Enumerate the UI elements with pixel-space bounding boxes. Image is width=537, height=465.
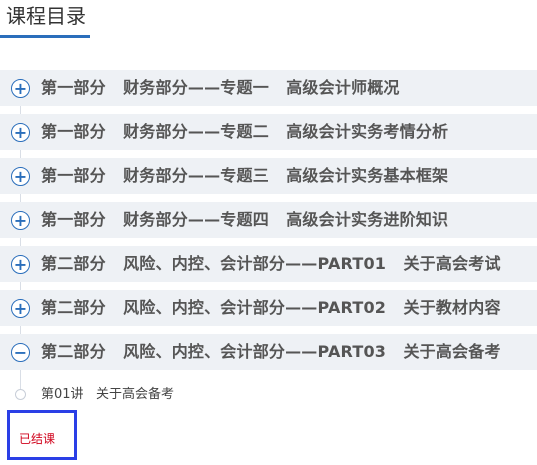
minus-circle-icon[interactable]: − bbox=[11, 343, 30, 362]
catalog-header: 课程目录 bbox=[0, 0, 537, 40]
catalog-title: 课程目录 bbox=[6, 4, 86, 28]
chapter-label: 第一部分 财务部分——专题二 高级会计实务考情分析 bbox=[41, 122, 449, 141]
title-underline bbox=[0, 35, 90, 38]
chapter-row-4[interactable]: + 第一部分 财务部分——专题四 高级会计实务进阶知识 bbox=[0, 202, 537, 238]
plus-circle-icon[interactable]: + bbox=[11, 211, 30, 230]
chapter-row-7[interactable]: − 第二部分 风险、内控、会计部分——PART03 关于高会备考 bbox=[0, 334, 537, 370]
chapter-row-5[interactable]: + 第二部分 风险、内控、会计部分——PART01 关于高会考试 bbox=[0, 246, 537, 282]
chapter-label: 第二部分 风险、内控、会计部分——PART01 关于高会考试 bbox=[41, 254, 501, 273]
chapter-label: 第二部分 风险、内控、会计部分——PART02 关于教材内容 bbox=[41, 298, 501, 317]
lesson-dot-icon bbox=[15, 389, 26, 400]
plus-circle-icon[interactable]: + bbox=[11, 79, 30, 98]
chapter-label: 第一部分 财务部分——专题四 高级会计实务进阶知识 bbox=[41, 210, 449, 229]
chapter-row-6[interactable]: + 第二部分 风险、内控、会计部分——PART02 关于教材内容 bbox=[0, 290, 537, 326]
chapter-label: 第一部分 财务部分——专题三 高级会计实务基本框架 bbox=[41, 166, 449, 185]
chapter-label: 第二部分 风险、内控、会计部分——PART03 关于高会备考 bbox=[41, 342, 501, 361]
plus-circle-icon[interactable]: + bbox=[11, 255, 30, 274]
lesson-status: 已结课 bbox=[19, 432, 56, 446]
plus-circle-icon[interactable]: + bbox=[11, 167, 30, 186]
chapter-row-3[interactable]: + 第一部分 财务部分——专题三 高级会计实务基本框架 bbox=[0, 158, 537, 194]
status-highlight-box: 已结课 bbox=[7, 410, 77, 460]
lesson-title[interactable]: 第01讲 关于高会备考 bbox=[41, 386, 174, 404]
chapter-row-1[interactable]: + 第一部分 财务部分——专题一 高级会计师概况 bbox=[0, 70, 537, 106]
plus-circle-icon[interactable]: + bbox=[11, 299, 30, 318]
chapter-row-2[interactable]: + 第一部分 财务部分——专题二 高级会计实务考情分析 bbox=[0, 114, 537, 150]
chapter-label: 第一部分 财务部分——专题一 高级会计师概况 bbox=[41, 78, 400, 97]
course-catalog: 课程目录 + 第一部分 财务部分——专题一 高级会计师概况 + 第一部分 财务部… bbox=[0, 0, 537, 465]
plus-circle-icon[interactable]: + bbox=[11, 123, 30, 142]
